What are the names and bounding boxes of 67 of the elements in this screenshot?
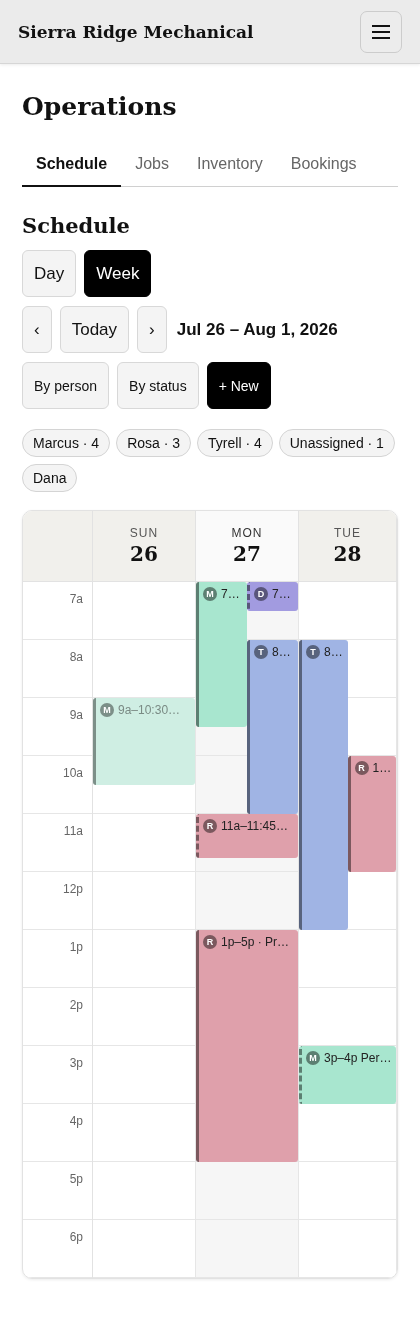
event-label: 9a–10:30… (118, 703, 181, 717)
event-label: 8… (324, 645, 343, 659)
avatar-badge: T (254, 645, 268, 659)
new-button[interactable]: + New (206, 362, 271, 409)
event-block[interactable]: D 7… (247, 582, 298, 611)
app-title: Sierra Ridge Mechanical (18, 21, 254, 42)
event-label: 11a–11:45… (221, 819, 288, 833)
page-title: Operations (22, 92, 178, 121)
event-label: 7… (272, 587, 291, 601)
hour-label: 10a (62, 766, 83, 780)
tab[interactable]: Jobs (121, 147, 183, 187)
menu-button[interactable] (360, 10, 402, 53)
event-block[interactable]: R 1… (347, 756, 396, 872)
event-block[interactable]: T 8… (299, 640, 348, 930)
avatar-badge: R (203, 819, 217, 833)
event-label: 1… (372, 761, 392, 775)
event-block[interactable]: M 7… (196, 582, 247, 727)
event-block[interactable]: M 3p–4p Per… (299, 1046, 396, 1104)
filter-button[interactable]: By person (22, 362, 110, 409)
avatar-badge: T (306, 645, 320, 659)
tab[interactable]: Schedule (22, 147, 122, 187)
tab[interactable]: Inventory (182, 147, 277, 187)
previous-button[interactable]: ‹ (22, 306, 52, 353)
person-chip[interactable]: Rosa · 3 (116, 429, 192, 457)
event-block[interactable]: R 1p–5p · Pr… (196, 930, 298, 1162)
person-chip[interactable]: Dana (22, 464, 78, 492)
avatar-badge: R (354, 761, 369, 775)
event-label: 1p–5p · Pr… (221, 935, 290, 949)
hour-label: 6p (69, 1230, 83, 1244)
event-label: 8… (272, 645, 291, 659)
weekday-label: TUE (334, 526, 361, 540)
weekday-label: MON (231, 526, 263, 540)
avatar-badge: M (306, 1051, 320, 1065)
section-title: Schedule (22, 213, 131, 238)
hour-label: 8a (69, 650, 83, 664)
hour-label: 5p (69, 1172, 83, 1186)
event-block[interactable]: R 11a–11:45… (196, 814, 298, 858)
hour-label: 3p (69, 1056, 83, 1070)
hour-label: 12p (62, 882, 83, 896)
day-number: 27 (233, 542, 261, 566)
today-button[interactable]: Today (59, 306, 130, 353)
hour-label: 1p (69, 940, 83, 954)
weekday-label: SUN (129, 526, 159, 540)
hour-label: 2p (69, 998, 83, 1012)
person-chip[interactable]: Unassigned · 1 (278, 429, 395, 457)
avatar-badge: M (203, 587, 217, 601)
day-number: 26 (130, 542, 158, 566)
person-chip[interactable]: Tyrell · 4 (197, 429, 273, 457)
avatar-badge: D (254, 587, 268, 601)
menu-icon (371, 23, 391, 40)
view-toggle[interactable]: Week (84, 250, 152, 297)
event-label: 3p–4p Per… (324, 1051, 392, 1065)
avatar-badge: R (203, 935, 217, 949)
date-range: Jul 26 – Aug 1, 2026 (176, 319, 338, 340)
hour-label: 11a (63, 824, 83, 838)
event-block[interactable]: T 8… (247, 640, 298, 814)
event-label: 7… (221, 587, 240, 601)
hour-label: 7a (69, 592, 83, 606)
filter-button[interactable]: By status (117, 362, 199, 409)
avatar-badge: M (100, 703, 114, 717)
hour-label: 9a (69, 708, 83, 722)
hour-label: 4p (69, 1114, 83, 1128)
day-number: 28 (333, 542, 362, 566)
next-button[interactable]: › (137, 306, 167, 353)
tab[interactable]: Bookings (276, 147, 371, 187)
person-chip[interactable]: Marcus · 4 (22, 429, 111, 457)
view-toggle[interactable]: Day (22, 250, 77, 297)
